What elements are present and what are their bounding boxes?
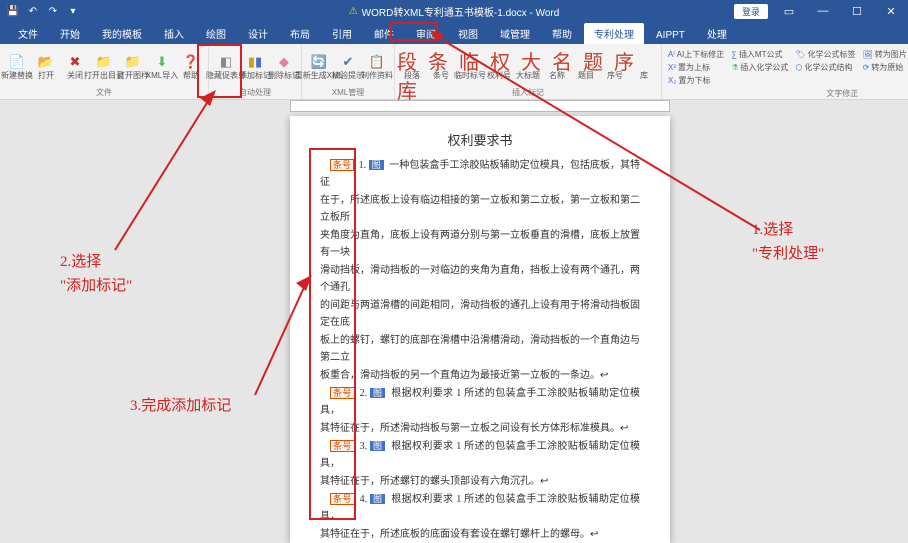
redo-icon[interactable]: ↷ <box>46 4 60 18</box>
tab-file[interactable]: 文件 <box>8 23 48 44</box>
paragraph-text: 板重合，滑动挡板的另一个直角边为最接近第一立板的一条边。↩ <box>320 370 608 381</box>
delete-mark-button[interactable]: ◆删除标记 <box>271 48 297 86</box>
tab-insert[interactable]: 插入 <box>154 23 194 44</box>
paragraph-text: 根据权利要求 1 所述的包装盒手工涂胶贴板辅助定位模具， <box>320 494 640 522</box>
window-controls: 登录 ▭ — ☐ ✕ <box>734 2 904 20</box>
paragraph[interactable]: 的间距与两道滑槽的间距相同，滑动挡板的通孔上设有用于将滑动挡板固定在底 <box>320 297 640 331</box>
chem-tag-button[interactable]: 🏷化学公式标签 <box>793 48 857 61</box>
paragraph-text: 板上的螺钉，螺钉的底部在滑槽中沿滑槽滑动，滑动挡板的一个直角边与第二立 <box>320 335 640 363</box>
make-doc-button[interactable]: 📋制作资料 <box>364 48 390 86</box>
tab-mytemplate[interactable]: 我的模板 <box>92 23 152 44</box>
figure-marker: 图 <box>370 388 385 398</box>
paragraph[interactable]: 板重合，滑动挡板的另一个直角边为最接近第一立板的一条边。↩ <box>320 367 640 384</box>
save-icon[interactable]: 💾 <box>6 4 20 18</box>
tab-references[interactable]: 引用 <box>322 23 362 44</box>
titlebar: 💾 ↶ ↷ ▾ ⚠ WORD转XML专利通五书模板-1.docx - Word … <box>0 0 908 22</box>
paragraph[interactable]: 其特征在于，所述螺钉的螺头顶部设有六角沉孔。↩ <box>320 473 640 490</box>
paragraph[interactable]: 其特征在于，所述底板的底面设有套设在螺钉螺杆上的螺母。↩ <box>320 526 640 543</box>
open-button[interactable]: 📂打开 <box>33 48 59 86</box>
figure-marker: 图 <box>370 441 385 451</box>
document-title: ⚠ WORD转XML专利通五书模板-1.docx - Word <box>349 4 560 19</box>
tab-draw[interactable]: 绘图 <box>196 23 236 44</box>
qat-more-icon[interactable]: ▾ <box>66 4 80 18</box>
open-drawing-button[interactable]: 📁打开图样 <box>120 48 146 86</box>
paragraph-text: 根据权利要求 1 所述的包装盒手工涂胶贴板辅助定位模具， <box>320 441 640 469</box>
arrow-1 <box>430 30 770 240</box>
quick-access-toolbar: 💾 ↶ ↷ ▾ <box>0 4 80 18</box>
to-raw-button[interactable]: ⟳转为原始 <box>861 61 908 74</box>
annotation-3: 3.完成添加标记 <box>130 394 231 418</box>
tab-design[interactable]: 设计 <box>238 23 278 44</box>
tab-home[interactable]: 开始 <box>50 23 90 44</box>
add-mark-button[interactable]: ▮▮添加标记 <box>242 48 268 86</box>
validate-button[interactable]: ✔校验提示 <box>335 48 361 86</box>
new-replace-button[interactable]: 📄新建替换 <box>4 48 30 86</box>
paragraph-text: 其特征在于，所述底板的底面设有套设在螺钉螺杆上的螺母。↩ <box>320 529 598 540</box>
paragraph[interactable]: 条号 4. 图 根据权利要求 1 所述的包装盒手工涂胶贴板辅助定位模具， <box>320 491 640 525</box>
ribbon-options-icon[interactable]: ▭ <box>776 2 802 20</box>
close-button[interactable]: ✖关闭 <box>62 48 88 86</box>
paragraph[interactable]: 其特征在于，所述滑动挡板与第一立板之间设有长方体形标准模具。↩ <box>320 420 640 437</box>
minimize-icon[interactable]: — <box>810 2 836 20</box>
open-toc-button[interactable]: 📁打开出目录 <box>91 48 117 86</box>
paragraph[interactable]: 条号 2. 图 根据权利要求 1 所述的包装盒手工涂胶贴板辅助定位模具， <box>320 385 640 419</box>
to-image-button[interactable]: 🖼转为图片 <box>861 48 908 61</box>
regen-xml-button[interactable]: 🔄重新生成XML <box>306 48 332 86</box>
arrow-3 <box>250 275 320 400</box>
tab-layout[interactable]: 布局 <box>280 23 320 44</box>
figure-marker: 图 <box>370 494 385 504</box>
paragraph[interactable]: 滑动挡板，滑动挡板的一对临边的夹角为直角，挡板上设有两个通孔，两个通孔 <box>320 262 640 296</box>
paragraph-text: 根据权利要求 1 所述的包装盒手工涂胶贴板辅助定位模具， <box>320 388 640 416</box>
paragraph[interactable]: 板上的螺钉，螺钉的底部在滑槽中沿滑槽滑动，滑动挡板的一个直角边与第二立 <box>320 332 640 366</box>
annotation-1: 1.选择 "专利处理" <box>752 218 824 266</box>
undo-icon[interactable]: ↶ <box>26 4 40 18</box>
maximize-icon[interactable]: ☐ <box>844 2 870 20</box>
chem-struct-button[interactable]: ⬡化学公式结构 <box>793 61 857 74</box>
annotation-2: 2.选择 "添加标记" <box>60 250 132 298</box>
login-button[interactable]: 登录 <box>734 4 768 19</box>
xml-import-button[interactable]: ⬇XML导入 <box>149 48 175 86</box>
arrow-2 <box>110 90 230 255</box>
paragraph-text: 的间距与两道滑槽的间距相同，滑动挡板的通孔上设有用于将滑动挡板固定在底 <box>320 300 640 328</box>
close-icon[interactable]: ✕ <box>878 2 904 20</box>
paragraph-text: 其特征在于，所述滑动挡板与第一立板之间设有长方体形标准模具。↩ <box>320 423 628 434</box>
paragraph[interactable]: 条号 3. 图 根据权利要求 1 所述的包装盒手工涂胶贴板辅助定位模具， <box>320 438 640 472</box>
paragraph-text: 滑动挡板，滑动挡板的一对临边的夹角为直角，挡板上设有两个通孔，两个通孔 <box>320 265 640 293</box>
figure-marker: 图 <box>369 160 384 170</box>
para-mark-button[interactable]: 段落 <box>399 48 425 86</box>
ribbon-group-xml: 🔄重新生成XML ✔校验提示 📋制作资料 XML管理 <box>302 44 395 99</box>
